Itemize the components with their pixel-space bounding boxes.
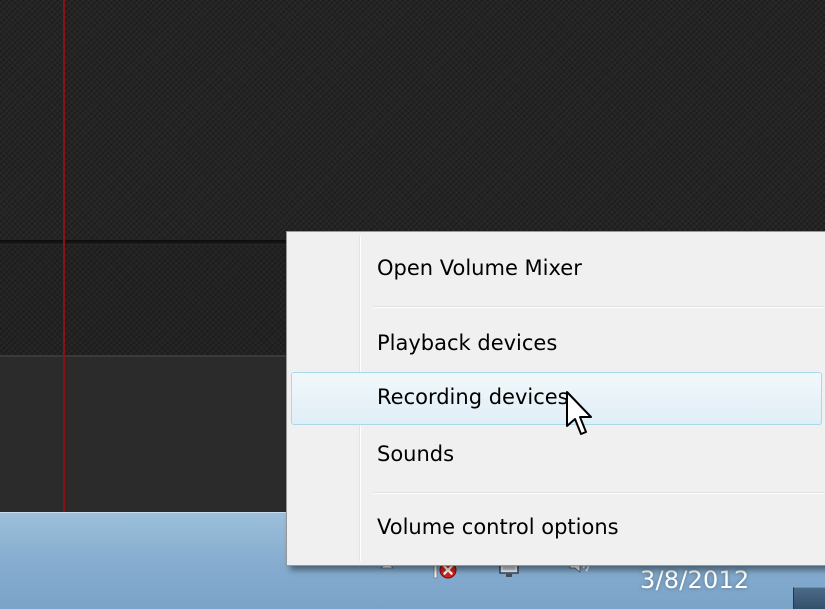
menu-item-recording-devices[interactable]: Recording devices (291, 372, 822, 425)
menu-item-volume-control-options[interactable]: Volume control options (291, 510, 822, 544)
panel-upper (0, 0, 825, 240)
menu-separator (373, 306, 824, 308)
playhead-line (63, 0, 65, 512)
volume-context-menu: Open Volume Mixer Playback devices Recor… (286, 231, 825, 566)
menu-item-label: Recording devices (377, 385, 569, 409)
taskbar-clock-date[interactable]: 3/8/2012 (640, 566, 749, 594)
menu-item-sounds[interactable]: Sounds (291, 437, 822, 471)
menu-item-open-volume-mixer[interactable]: Open Volume Mixer (291, 251, 822, 285)
mouse-cursor-icon (566, 391, 592, 435)
menu-item-label: Sounds (377, 442, 455, 466)
menu-item-label: Playback devices (377, 331, 558, 355)
menu-separator (373, 492, 824, 494)
menu-item-playback-devices[interactable]: Playback devices (291, 326, 822, 360)
menu-item-label: Open Volume Mixer (377, 256, 582, 280)
menu-item-label: Volume control options (377, 515, 619, 539)
show-desktop-button[interactable] (793, 587, 825, 609)
